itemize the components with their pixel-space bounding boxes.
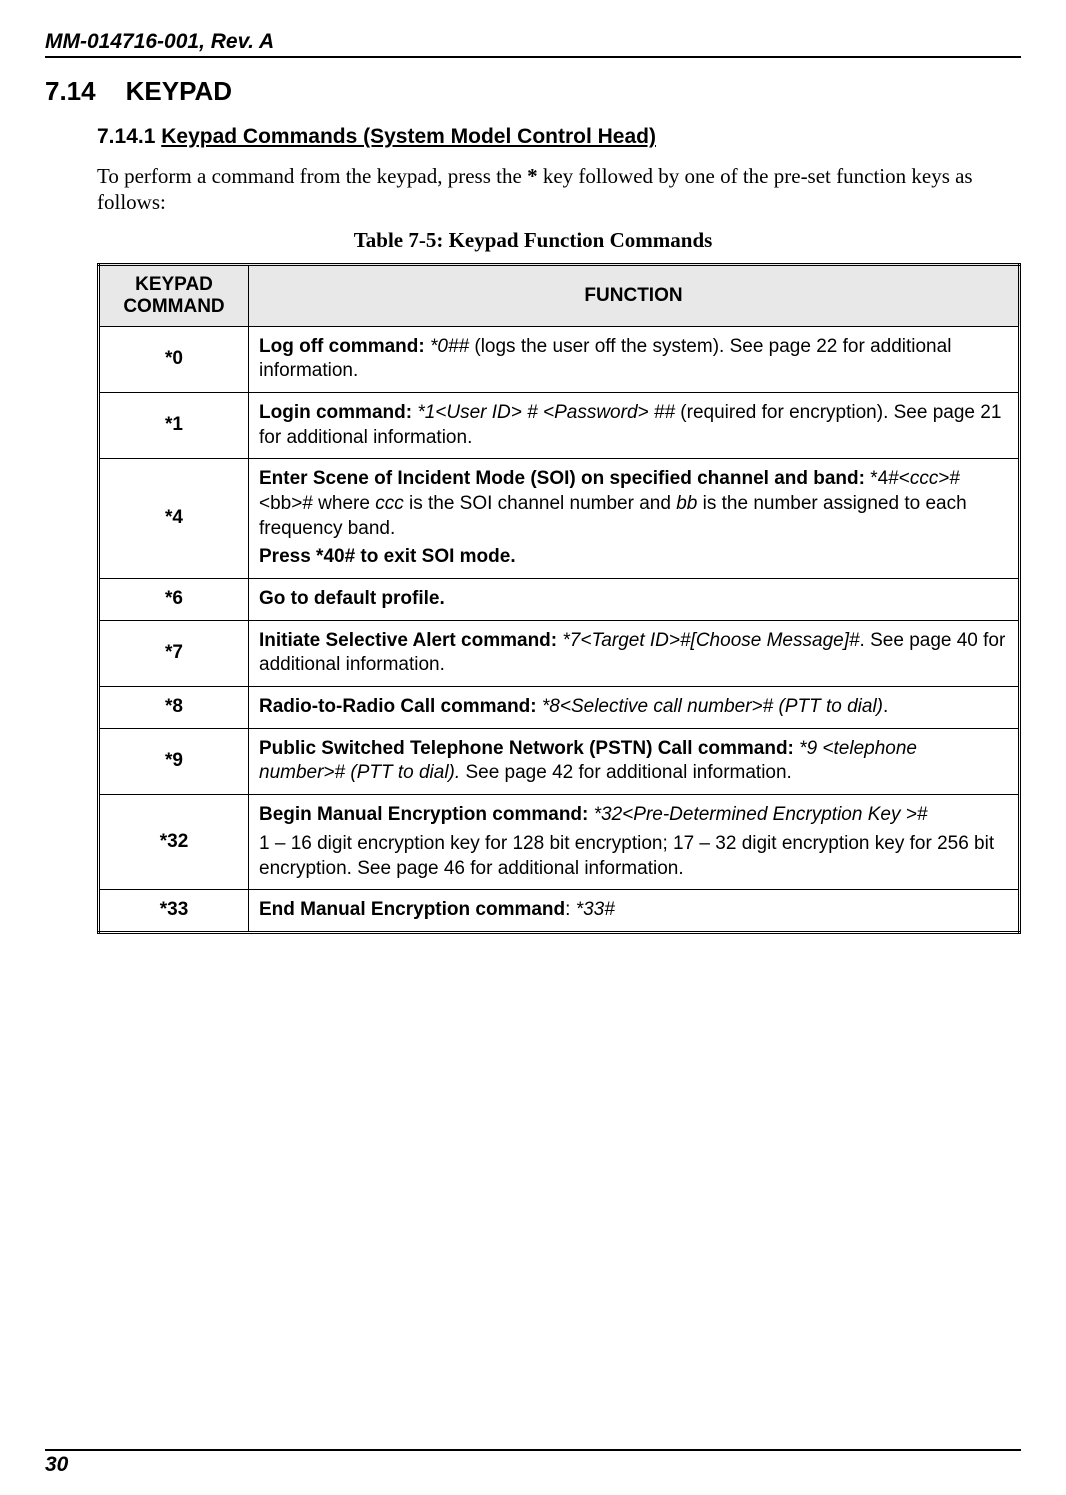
function-label: End Manual Encryption command <box>259 899 565 920</box>
document-header: MM-014716-001, Rev. A <box>45 30 1021 58</box>
document-footer: 30 <box>45 1449 1021 1477</box>
function-label: Initiate Selective Alert command: <box>259 630 562 651</box>
function-label: Login command: <box>259 402 417 423</box>
keypad-cmd: *9 <box>99 728 249 794</box>
function-note: Press *40# to exit SOI mode. <box>259 545 1008 570</box>
function-text: 1 – 16 digit encryption key for 128 bit … <box>259 832 1008 881</box>
function-cell: End Manual Encryption command: *33# <box>249 890 1020 933</box>
table-row: *8 Radio-to-Radio Call command: *8<Selec… <box>99 687 1020 729</box>
keypad-function-table: KEYPAD COMMAND FUNCTION *0 Log off comma… <box>97 263 1021 934</box>
function-syntax: *32<Pre-Determined Encryption Key ># <box>594 804 928 825</box>
table-row: *9 Public Switched Telephone Network (PS… <box>99 728 1020 794</box>
function-cell: Initiate Selective Alert command: *7<Tar… <box>249 620 1020 686</box>
subsection-number: 7.14.1 <box>97 125 155 148</box>
subsection-title: Keypad Commands (System Model Control He… <box>161 125 656 148</box>
function-syntax: *0## <box>430 336 469 357</box>
function-label: Log off command: <box>259 336 430 357</box>
intro-paragraph: To perform a command from the keypad, pr… <box>97 163 1021 216</box>
table-row: *0 Log off command: *0## (logs the user … <box>99 326 1020 392</box>
table-header-function: FUNCTION <box>249 264 1020 326</box>
table-row: *6 Go to default profile. <box>99 579 1020 621</box>
function-label: Begin Manual Encryption command: <box>259 804 594 825</box>
doc-id: MM-014716-001, Rev. A <box>45 30 274 53</box>
section-number: 7.14 <box>45 76 96 106</box>
function-syntax: *8<Selective call number># (PTT to dial) <box>542 696 883 717</box>
function-param: bb <box>676 493 697 514</box>
keypad-cmd: *32 <box>99 795 249 890</box>
table-row: *4 Enter Scene of Incident Mode (SOI) on… <box>99 459 1020 579</box>
table-header-keypad: KEYPAD COMMAND <box>99 264 249 326</box>
subsection-heading: 7.14.1 Keypad Commands (System Model Con… <box>97 125 1021 149</box>
function-cell: Begin Manual Encryption command: *32<Pre… <box>249 795 1020 890</box>
paragraph-key: * <box>527 164 538 188</box>
function-label: Radio-to-Radio Call command: <box>259 696 542 717</box>
page-number: 30 <box>45 1453 68 1476</box>
function-param: ccc <box>375 493 404 514</box>
function-syntax: *1<User ID> # <Password> ## <box>417 402 675 423</box>
table-header-row: KEYPAD COMMAND FUNCTION <box>99 264 1020 326</box>
keypad-cmd: *1 <box>99 392 249 458</box>
section-title: KEYPAD <box>126 76 232 106</box>
function-label: Public Switched Telephone Network (PSTN)… <box>259 738 799 759</box>
function-text: See page 42 for additional information. <box>460 762 792 783</box>
function-label: Go to default profile. <box>259 588 445 609</box>
function-text: . <box>883 696 888 717</box>
section-heading: 7.14 KEYPAD <box>45 76 1021 107</box>
function-param: ccc <box>910 468 939 489</box>
function-cell: Enter Scene of Incident Mode (SOI) on sp… <box>249 459 1020 579</box>
function-cell: Go to default profile. <box>249 579 1020 621</box>
keypad-cmd: *0 <box>99 326 249 392</box>
function-label: Enter Scene of Incident Mode (SOI) on sp… <box>259 468 870 489</box>
function-syntax: *33# <box>576 899 615 920</box>
function-cell: Login command: *1<User ID> # <Password> … <box>249 392 1020 458</box>
table-row: *7 Initiate Selective Alert command: *7<… <box>99 620 1020 686</box>
table-row: *1 Login command: *1<User ID> # <Passwor… <box>99 392 1020 458</box>
function-text: *4#< <box>870 468 910 489</box>
function-text: is the SOI channel number and <box>404 493 677 514</box>
keypad-cmd: *33 <box>99 890 249 933</box>
table-row: *32 Begin Manual Encryption command: *32… <box>99 795 1020 890</box>
function-cell: Log off command: *0## (logs the user off… <box>249 326 1020 392</box>
table-row: *33 End Manual Encryption command: *33# <box>99 890 1020 933</box>
keypad-cmd: *4 <box>99 459 249 579</box>
keypad-cmd: *8 <box>99 687 249 729</box>
function-syntax: *7<Target ID>#[Choose Message]# <box>562 630 859 651</box>
function-cell: Radio-to-Radio Call command: *8<Selectiv… <box>249 687 1020 729</box>
keypad-cmd: *6 <box>99 579 249 621</box>
function-text: : <box>565 899 576 920</box>
keypad-cmd: *7 <box>99 620 249 686</box>
function-cell: Public Switched Telephone Network (PSTN)… <box>249 728 1020 794</box>
paragraph-pre: To perform a command from the keypad, pr… <box>97 164 527 188</box>
table-caption: Table 7-5: Keypad Function Commands <box>45 228 1021 253</box>
